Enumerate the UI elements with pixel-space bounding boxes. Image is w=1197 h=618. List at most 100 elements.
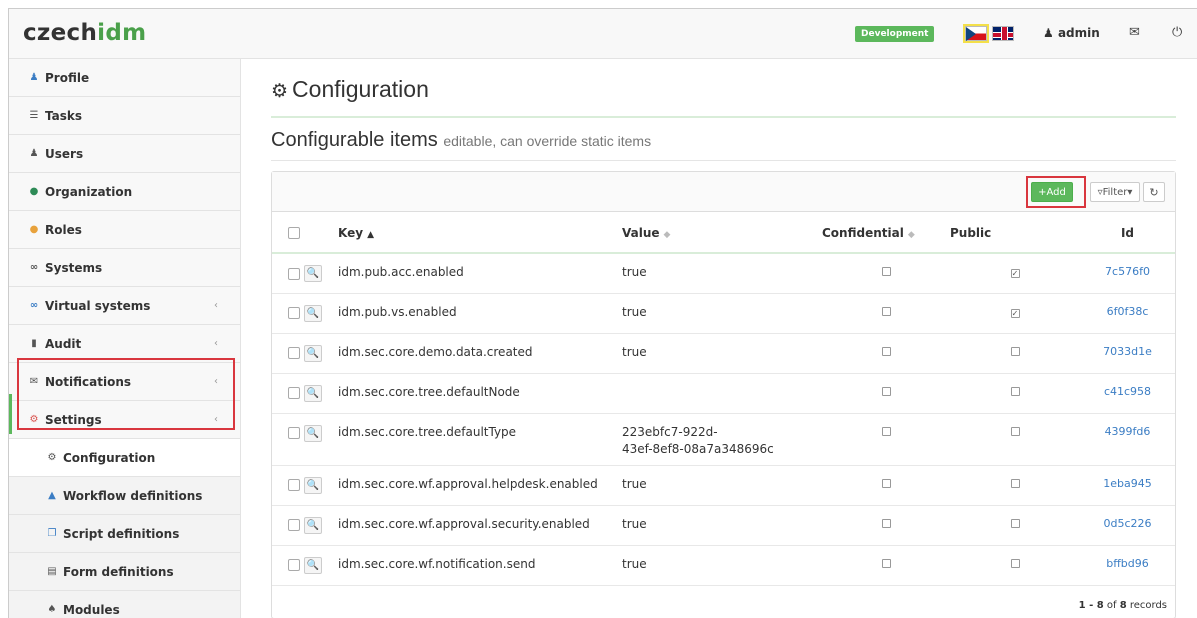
sidebar-item-organization[interactable]: ● Organization xyxy=(9,173,240,211)
records-count: 1 - 8 of 8 records xyxy=(1078,600,1167,611)
sidebar-item-audit[interactable]: ▮ Audit ‹ xyxy=(9,325,240,363)
row-checkbox[interactable] xyxy=(288,267,300,280)
sidebar-item-virtual-systems[interactable]: ∞ Virtual systems ‹ xyxy=(9,287,240,325)
app-window: czechidm Development ♟ admin ✉ ⏻ ♟ Profil… xyxy=(8,8,1197,618)
logo[interactable]: czechidm xyxy=(23,20,146,46)
user-menu[interactable]: ♟ admin xyxy=(1043,26,1100,40)
tree-icon: ● xyxy=(29,186,39,197)
refresh-icon: ↻ xyxy=(1149,185,1159,199)
column-header-key[interactable]: Key ▲ xyxy=(338,213,622,254)
column-header-id: Id xyxy=(1080,213,1175,254)
sidebar-item-tasks[interactable]: ☰ Tasks xyxy=(9,97,240,135)
row-checkbox[interactable] xyxy=(288,519,300,531)
cell-confidential xyxy=(822,253,950,294)
unchecked-box-icon xyxy=(881,267,891,276)
section-subtitle: editable, can override static items xyxy=(443,133,652,149)
sidebar-item-form-definitions[interactable]: ▤ Form definitions xyxy=(9,553,240,591)
search-icon[interactable]: 🔍 xyxy=(304,265,322,282)
cell-value: true xyxy=(622,293,822,334)
english-flag-icon[interactable] xyxy=(992,26,1014,41)
sidebar-item-modules[interactable]: ♠ Modules xyxy=(9,591,240,618)
table-row[interactable]: 🔍 idm.pub.acc.enabled true ✓ 7c576f0 xyxy=(272,253,1175,294)
row-checkbox[interactable] xyxy=(288,427,300,439)
refresh-button[interactable]: ↻ xyxy=(1143,182,1165,202)
table-row[interactable]: 🔍 idm.sec.core.wf.notification.send true bf… xyxy=(272,545,1175,586)
id-link[interactable]: bffbd96 xyxy=(1080,557,1175,570)
id-link[interactable]: 1eba945 xyxy=(1080,477,1175,490)
sidebar-item-notifications[interactable]: ✉ Notifications ‹ xyxy=(9,363,240,401)
sidebar: ♟ Profile ☰ Tasks ♟ Users ● Organization ● Ro… xyxy=(9,59,241,618)
row-checkbox[interactable] xyxy=(288,559,300,571)
id-link[interactable]: 0d5c226 xyxy=(1080,517,1175,530)
copy-icon: ❐ xyxy=(47,528,57,539)
sidebar-item-configuration[interactable]: ⚙ Configuration xyxy=(9,439,240,477)
search-icon[interactable]: 🔍 xyxy=(304,384,322,402)
cell-value xyxy=(622,373,822,414)
search-icon[interactable]: 🔍 xyxy=(304,556,322,574)
cell-key: idm.sec.core.tree.defaultNode xyxy=(338,373,622,414)
search-icon[interactable]: 🔍 xyxy=(304,304,322,322)
cell-value: 223ebfc7-922d- 43ef-8ef8-08a7a348696c xyxy=(622,413,822,466)
sidebar-item-workflow-definitions[interactable]: ▲ Workflow definitions xyxy=(9,477,240,515)
envelope-icon[interactable]: ✉ xyxy=(1129,25,1140,40)
id-link[interactable]: 7c576f0 xyxy=(1080,265,1175,278)
sitemap-icon: ▲ xyxy=(48,490,56,501)
chart-icon: ▮ xyxy=(31,338,37,349)
search-icon[interactable]: 🔍 xyxy=(304,476,322,494)
envelope-icon: ✉ xyxy=(29,376,39,387)
link-icon: ∞ xyxy=(29,262,39,273)
cell-key: idm.sec.core.tree.defaultType xyxy=(338,413,622,466)
unchecked-box-icon xyxy=(881,558,891,568)
select-all-checkbox[interactable] xyxy=(288,227,300,239)
list-icon: ▤ xyxy=(47,566,57,577)
cell-public xyxy=(950,373,1080,414)
divider xyxy=(271,116,1176,118)
table-row[interactable]: 🔍 idm.sec.core.tree.defaultType 223ebfc7-9… xyxy=(272,413,1175,466)
cell-value: true xyxy=(622,465,822,506)
sidebar-item-users[interactable]: ♟ Users xyxy=(9,135,240,173)
search-icon[interactable]: 🔍 xyxy=(304,516,322,534)
search-icon[interactable]: 🔍 xyxy=(304,424,322,442)
cell-confidential xyxy=(822,293,950,334)
sidebar-item-roles[interactable]: ● Roles xyxy=(9,211,240,249)
cell-confidential xyxy=(822,413,950,466)
sidebar-item-script-definitions[interactable]: ❐ Script definitions xyxy=(9,515,240,553)
filter-button[interactable]: ▿ Filter ▾ xyxy=(1090,182,1140,202)
id-link[interactable]: 7033d1e xyxy=(1080,345,1175,358)
column-header-value[interactable]: Value ◆ xyxy=(622,213,822,254)
roles-icon: ● xyxy=(29,224,39,235)
power-icon[interactable]: ⏻ xyxy=(1172,25,1182,40)
unchecked-box-icon xyxy=(1010,426,1020,436)
id-link[interactable]: 4399fd6 xyxy=(1080,425,1175,438)
add-button[interactable]: + Add xyxy=(1031,182,1073,202)
sidebar-item-profile[interactable]: ♟ Profile xyxy=(9,59,240,97)
sidebar-item-settings[interactable]: ⚙ Settings ‹ xyxy=(9,401,240,439)
search-icon[interactable]: 🔍 xyxy=(304,344,322,362)
unchecked-box-icon xyxy=(881,518,891,528)
table-row[interactable]: 🔍 idm.sec.core.demo.data.created true 7033d… xyxy=(272,333,1175,374)
id-link[interactable]: c41c958 xyxy=(1080,385,1175,398)
row-checkbox[interactable] xyxy=(288,347,300,359)
table-toolbar: + Add ▿ Filter ▾ ↻ xyxy=(272,172,1175,212)
table-row[interactable]: 🔍 idm.sec.core.tree.defaultNode c41c958 xyxy=(272,373,1175,414)
row-checkbox[interactable] xyxy=(288,479,300,491)
row-checkbox[interactable] xyxy=(288,387,300,399)
user-icon: ♟ xyxy=(1043,26,1054,40)
unchecked-box-icon xyxy=(881,346,891,356)
unchecked-box-icon xyxy=(1010,558,1020,568)
cog-icon: ⚙ xyxy=(47,452,57,463)
unchecked-box-icon xyxy=(1010,518,1020,528)
table-row[interactable]: 🔍 idm.pub.vs.enabled true ✓ 6f0f38c xyxy=(272,293,1175,334)
table-row[interactable]: 🔍 idm.sec.core.wf.approval.security.enabl… xyxy=(272,505,1175,546)
row-checkbox[interactable] xyxy=(288,307,300,319)
column-header-confidential[interactable]: Confidential ◆ xyxy=(822,213,950,254)
column-header-public: Public xyxy=(950,213,1080,254)
czech-flag-icon[interactable] xyxy=(963,24,989,43)
sidebar-item-systems[interactable]: ∞ Systems xyxy=(9,249,240,287)
id-link[interactable]: 6f0f38c xyxy=(1080,305,1175,318)
divider xyxy=(271,160,1176,161)
table-row[interactable]: 🔍 idm.sec.core.wf.approval.helpdesk.enabl… xyxy=(272,465,1175,506)
users-icon: ♟ xyxy=(29,148,39,159)
cell-public xyxy=(950,465,1080,506)
cell-key: idm.sec.core.wf.approval.security.enable… xyxy=(338,505,622,546)
